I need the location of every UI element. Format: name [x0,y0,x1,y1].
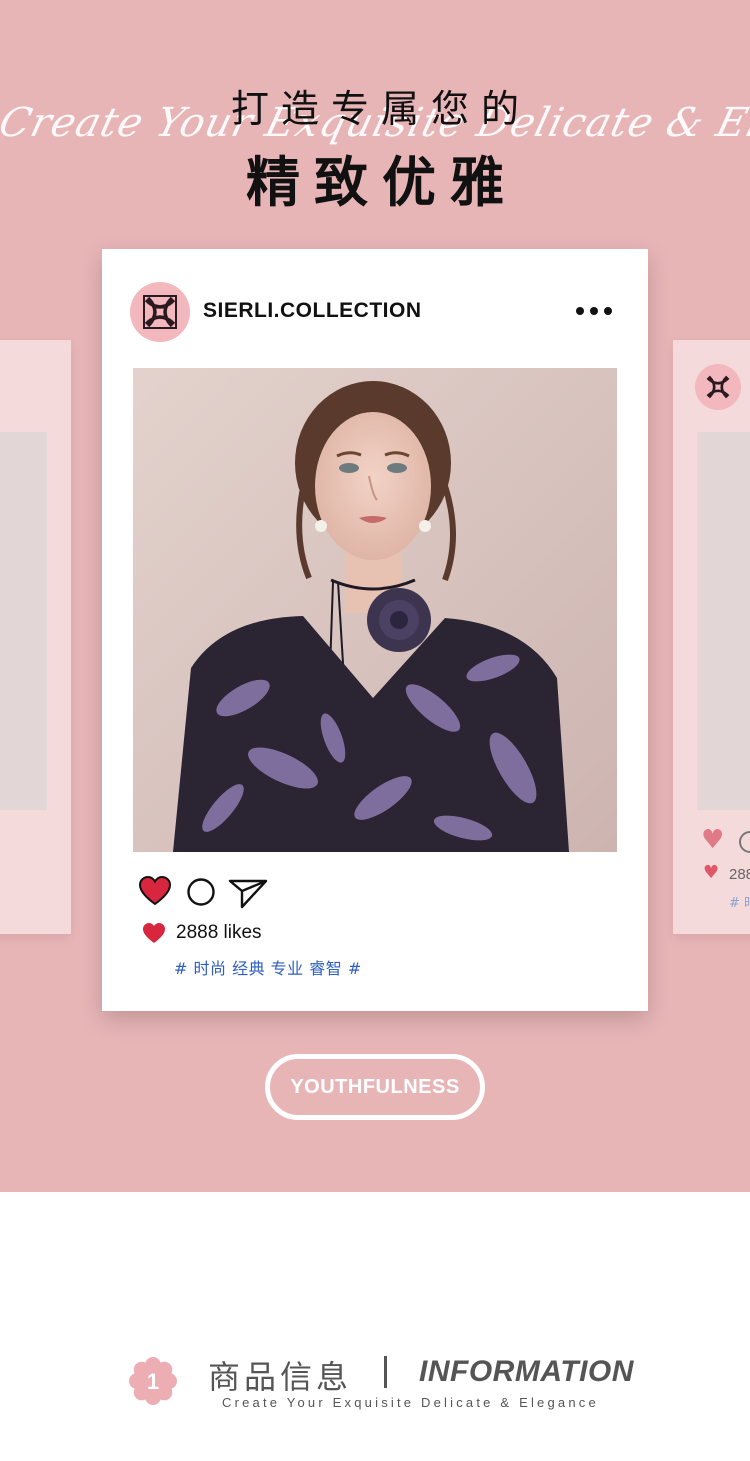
ghost-card-right-avatar [695,364,741,410]
likes-count: 2888 likes [176,922,262,943]
ghost-hashtags: # 时 [729,896,750,911]
comment-icon[interactable] [186,877,216,907]
account-handle[interactable]: SIERLI.COLLECTION [203,299,422,323]
product-photo [133,368,617,852]
account-avatar[interactable] [130,282,190,342]
model-photo-illustration [133,368,617,852]
info-divider [384,1356,387,1388]
share-icon[interactable] [228,877,268,909]
hero-headline-line1: 打造专属您的 [230,87,531,131]
hero-section: Create Your Exquisite Delicate & Eleganc… [0,0,750,1192]
section-number: 1 [147,1369,159,1394]
youthfulness-badge[interactable]: YOUTHFULNESS [265,1054,485,1120]
info-title-en: INFORMATION [419,1355,634,1388]
post-hashtags[interactable]: # 时尚 经典 专业 睿智 # [174,955,362,979]
ghost-likes-count: 288 [729,866,750,883]
info-subtitle: Create Your Exquisite Delicate & Eleganc… [222,1395,599,1410]
ghost-comment-icon [739,831,750,853]
likes-heart-icon [143,923,165,943]
monogram-logo-icon [143,295,177,329]
ghost-card-left-photo [0,432,47,810]
ghost-heart-icon: ♥ [701,825,725,855]
more-dots-icon[interactable] [576,299,616,323]
monogram-logo-icon [706,375,730,399]
heart-icon[interactable] [138,875,172,907]
info-title-cn: 商品信息 [208,1358,353,1396]
hero-headline-line2: 精致优雅 [246,151,518,214]
ghost-card-right: ♥ ♥ 288 # 时 [673,340,750,934]
ghost-card-right-photo [697,432,750,810]
flower-number-icon: 1 [129,1357,177,1405]
post-card: SIERLI.COLLECTION 2888 likes # 时尚 经典 专业 … [102,249,648,1011]
ghost-card-left [0,340,71,934]
ghost-likes-heart-icon: ♥ [703,862,720,883]
